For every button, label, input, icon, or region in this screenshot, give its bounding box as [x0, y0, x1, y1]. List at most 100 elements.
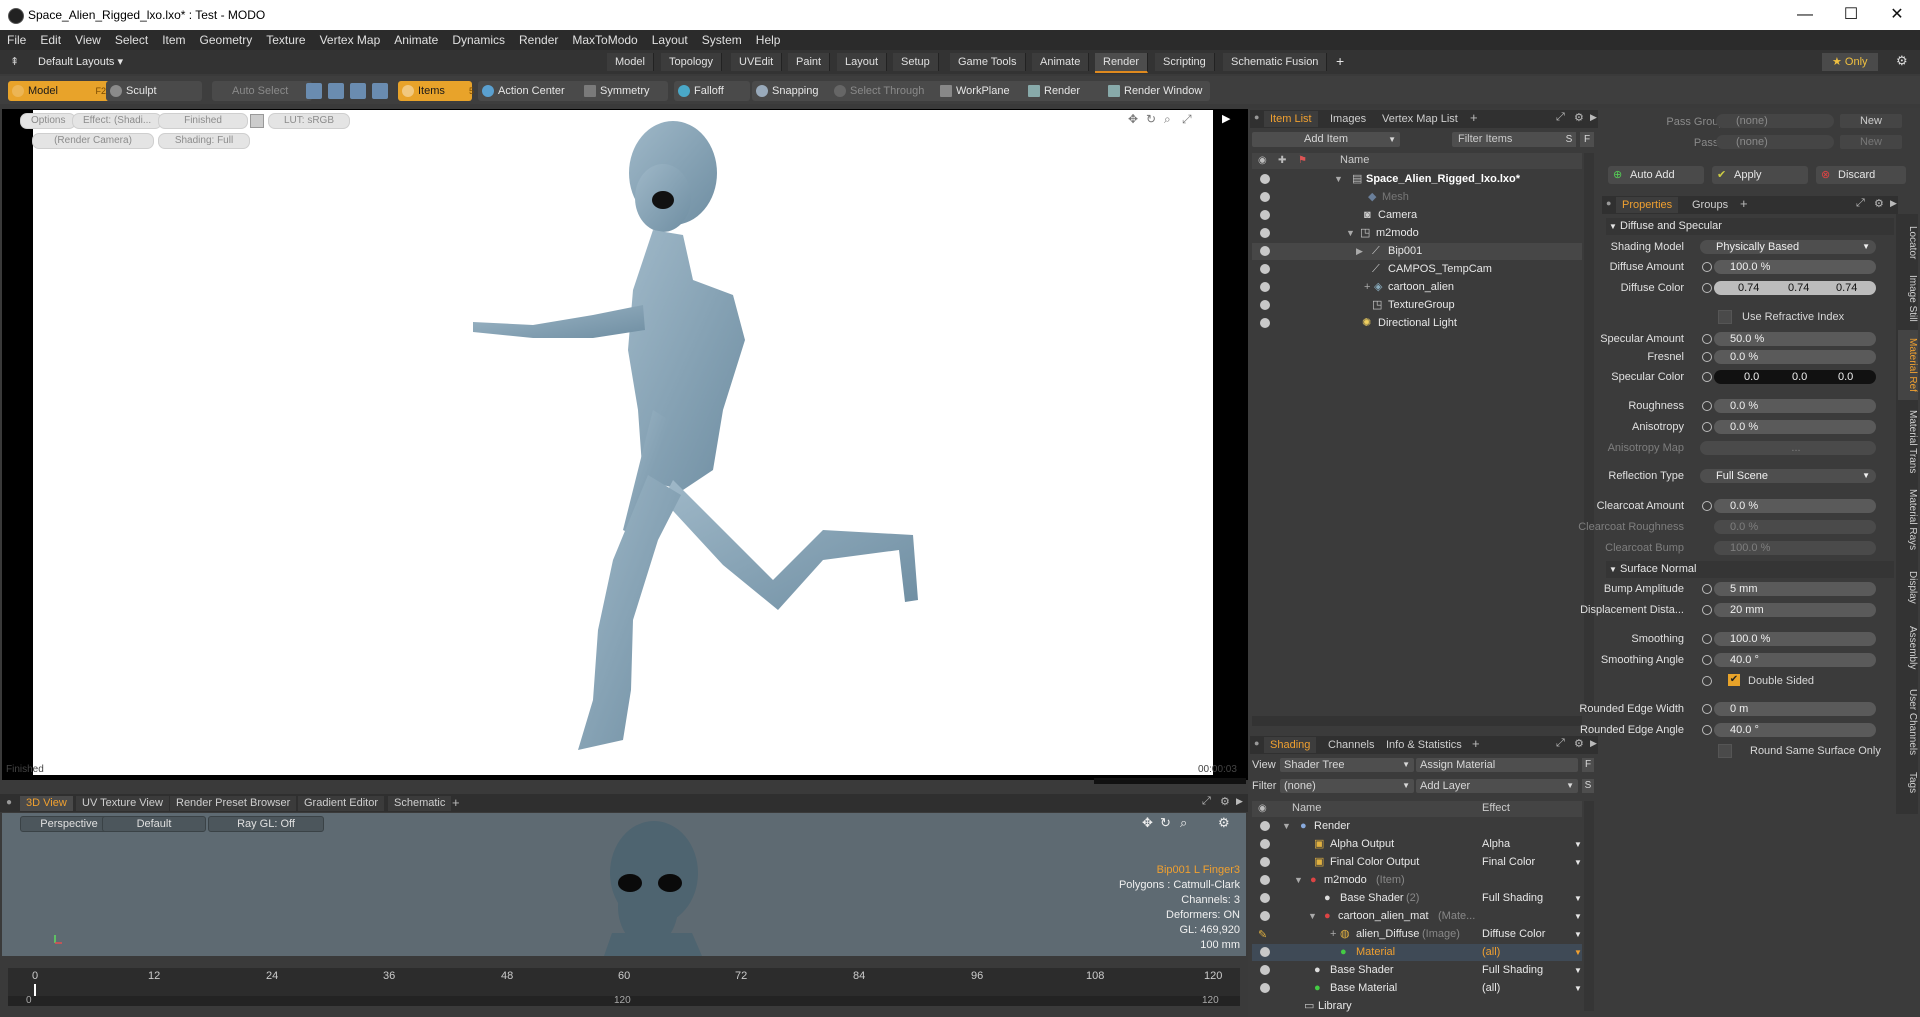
tab-item-list[interactable]: Item List — [1264, 111, 1318, 127]
diffuse-amount-field[interactable]: 100.0 % — [1714, 260, 1876, 274]
layout-toggle-icon[interactable]: ⇞ — [10, 55, 22, 68]
eye-icon[interactable] — [1260, 857, 1270, 867]
default-layouts-dropdown[interactable]: Default Layouts ▾ — [38, 55, 123, 68]
specular-amount-field[interactable]: 50.0 % — [1714, 332, 1876, 346]
tab-images[interactable]: Images — [1324, 111, 1372, 127]
panel-menu-icon[interactable]: ▶ — [1236, 796, 1243, 807]
tree-row-mesh[interactable]: ◆ Mesh — [1252, 189, 1582, 206]
shader-row-alien-diffuse[interactable]: ✎ + ◍ alien_Diffuse (Image) Diffuse Color ▼ — [1252, 926, 1582, 943]
lock-icon[interactable] — [250, 114, 264, 128]
rotate-3d-icon[interactable]: ↻ — [1160, 815, 1171, 831]
tab-render-preset-browser[interactable]: Render Preset Browser — [170, 796, 297, 811]
action-center-button[interactable]: Action Center — [478, 81, 584, 101]
shader-tree-vscrollbar[interactable] — [1584, 801, 1594, 1011]
timeline-playhead[interactable] — [34, 984, 36, 996]
layout-tab-paint[interactable]: Paint — [788, 53, 831, 71]
smoothing-field[interactable]: 100.0 % — [1714, 632, 1876, 646]
menu-system[interactable]: System — [695, 30, 749, 50]
visibility-column-icon[interactable]: ◉ — [1258, 155, 1267, 166]
tree-row-directional-light[interactable]: ✺ Directional Light — [1252, 315, 1582, 332]
edges-icon[interactable] — [328, 83, 344, 99]
shader-row-base-shader[interactable]: ● Base Shader Full Shading ▼ — [1252, 962, 1582, 979]
animate-dot-icon[interactable] — [1702, 676, 1712, 686]
rotate-view-icon[interactable]: ↻ — [1146, 112, 1156, 126]
menu-file[interactable]: File — [0, 30, 33, 50]
3d-viewport[interactable] — [2, 813, 1246, 956]
polygons-icon[interactable] — [350, 83, 366, 99]
maximize-panel-icon[interactable]: ⤢ — [1202, 795, 1211, 808]
add-list-tab-button[interactable]: + — [1470, 110, 1478, 125]
tab-groups[interactable]: Groups — [1686, 197, 1734, 213]
shader-name-header[interactable]: Name — [1292, 802, 1321, 814]
animate-dot-icon[interactable] — [1702, 283, 1712, 293]
rounded-edge-width-field[interactable]: 0 m — [1714, 702, 1876, 716]
filter-dropdown[interactable]: (none) ▼ — [1280, 779, 1414, 793]
tab-gradient-editor[interactable]: Gradient Editor — [298, 796, 384, 811]
tree-row-scene[interactable]: ▼ ▤ Space_Alien_Rigged_lxo.lxo* — [1252, 171, 1582, 188]
shader-row-material-selected[interactable]: ● Material (all) ▼ — [1252, 944, 1582, 961]
layout-tab-model[interactable]: Model — [607, 53, 654, 71]
falloff-button[interactable]: Falloff — [674, 81, 750, 101]
shading-menu-icon[interactable]: ▶ — [1590, 738, 1597, 749]
only-toggle[interactable]: ★ Only — [1822, 53, 1878, 71]
eye-icon[interactable] — [1260, 318, 1270, 328]
tab-properties[interactable]: Properties — [1616, 197, 1679, 213]
tab-info-statistics[interactable]: Info & Statistics — [1380, 737, 1468, 753]
side-tab-locator[interactable]: Locator — [1898, 220, 1918, 266]
diffuse-b[interactable]: 0.74 — [1836, 281, 1857, 295]
snapping-button[interactable]: Snapping — [752, 81, 840, 101]
menu-help[interactable]: Help — [749, 30, 788, 50]
side-tab-tags[interactable]: Tags — [1898, 766, 1918, 800]
expand-icon[interactable]: ▼ — [1334, 171, 1343, 188]
animate-dot-icon[interactable] — [1702, 584, 1712, 594]
eye-icon[interactable] — [1260, 965, 1270, 975]
diffuse-color-field[interactable]: 0.74 0.74 0.74 — [1714, 281, 1876, 295]
expand-icon[interactable]: ▼ — [1294, 872, 1303, 889]
apply-button[interactable]: ✔ Apply — [1712, 166, 1808, 184]
menu-layout[interactable]: Layout — [645, 30, 695, 50]
new-pass-button[interactable]: New — [1840, 135, 1902, 149]
item-list-menu-icon[interactable]: ▶ — [1590, 112, 1597, 123]
render-image[interactable] — [33, 110, 1213, 775]
play-icon[interactable]: ▶ — [1222, 112, 1230, 125]
expand-icon[interactable]: ▼ — [1282, 818, 1291, 835]
shader-effect[interactable]: (all) — [1482, 980, 1500, 997]
animate-dot-icon[interactable] — [1702, 655, 1712, 665]
use-refractive-checkbox[interactable] — [1718, 310, 1732, 324]
menu-vertex-map[interactable]: Vertex Map — [313, 30, 388, 50]
auto-select-button[interactable]: Auto Select — [212, 81, 312, 101]
shading-pill[interactable]: Shading: Full — [158, 133, 250, 149]
tab-channels[interactable]: Channels — [1322, 737, 1380, 753]
menu-animate[interactable]: Animate — [387, 30, 445, 50]
eye-icon[interactable] — [1260, 282, 1270, 292]
add-view-tab-button[interactable]: + — [452, 795, 460, 810]
workplane-button[interactable]: WorkPlane — [936, 81, 1034, 101]
diffuse-g[interactable]: 0.74 — [1788, 281, 1809, 295]
side-tab-assembly[interactable]: Assembly — [1898, 618, 1918, 678]
effect-dropdown-icon[interactable]: ▼ — [1574, 836, 1582, 853]
effect-dropdown-icon[interactable]: ▼ — [1574, 980, 1582, 997]
move-view-icon[interactable]: ✥ — [1128, 112, 1138, 126]
animate-dot-icon[interactable] — [1702, 704, 1712, 714]
clearcoat-roughness-field[interactable]: 0.0 % — [1714, 520, 1876, 534]
menu-render[interactable]: Render — [512, 30, 565, 50]
zoom-3d-icon[interactable]: ⌕ — [1180, 815, 1187, 831]
anisotropy-map-field[interactable]: ... — [1700, 441, 1876, 455]
shader-row-cartoon-alien-mat[interactable]: ▼ ● cartoon_alien_mat (Mate... ▼ — [1252, 908, 1582, 925]
pass-groups-dropdown[interactable]: (none) — [1716, 114, 1834, 128]
specular-b[interactable]: 0.0 — [1838, 370, 1853, 384]
shader-effect-header[interactable]: Effect — [1482, 802, 1510, 814]
layout-tab-render[interactable]: Render — [1095, 53, 1149, 73]
name-column-header[interactable]: Name — [1340, 154, 1369, 166]
shader-effect[interactable]: Alpha — [1482, 836, 1510, 853]
eye-icon[interactable] — [1260, 228, 1270, 238]
smoothing-angle-field[interactable]: 40.0 ° — [1714, 653, 1876, 667]
discard-button[interactable]: ⊗ Discard — [1816, 166, 1906, 184]
new-pass-group-button[interactable]: New — [1840, 114, 1902, 128]
menu-select[interactable]: Select — [108, 30, 155, 50]
eye-icon[interactable] — [1260, 821, 1270, 831]
eye-icon[interactable] — [1260, 983, 1270, 993]
collapse-icon[interactable]: ▶ — [1356, 243, 1363, 260]
layout-tab-uvedit[interactable]: UVEdit — [731, 53, 783, 71]
eye-icon[interactable] — [1260, 210, 1270, 220]
